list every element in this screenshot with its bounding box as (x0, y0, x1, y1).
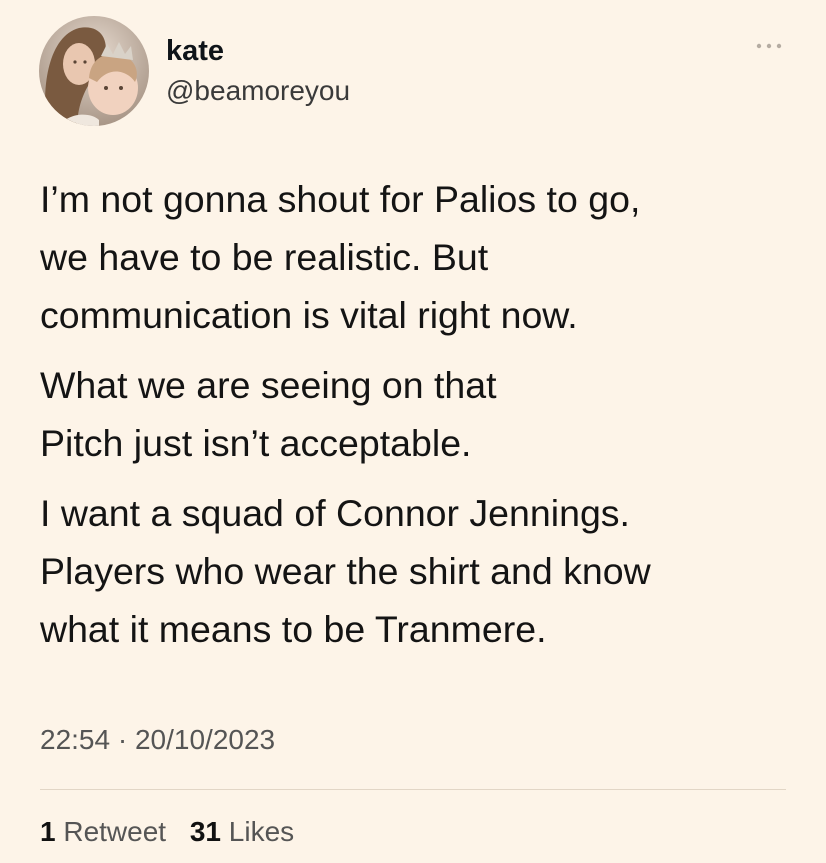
retweets-count: 1 (40, 816, 56, 847)
avatar-photo (39, 16, 149, 126)
likes-label: Likes (228, 816, 295, 847)
likes-count: 31 (189, 816, 222, 847)
tweet-text: I’m not gonna shout for Palios to go, we… (40, 170, 800, 670)
author-name[interactable]: kate (166, 31, 224, 71)
likes-stat[interactable]: 31 Likes (190, 816, 294, 847)
tweet-paragraph: What we are seeing on that Pitch just is… (40, 364, 497, 464)
tweet-date: 20/10/2023 (134, 724, 276, 755)
author-handle[interactable]: @beamoreyou (166, 71, 350, 111)
retweets-stat[interactable]: 1 Retweet (40, 816, 166, 847)
tweet-paragraph: I’m not gonna shout for Palios to go, we… (40, 178, 641, 336)
tweet-timestamp[interactable]: 22:54 · 20/10/2023 (40, 718, 275, 762)
engagement-stats: 1 Retweet 31 Likes (40, 810, 310, 854)
author-avatar[interactable] (39, 16, 149, 126)
more-horizontal-icon[interactable] (752, 36, 786, 56)
timestamp-separator: · (117, 724, 128, 755)
retweets-label: Retweet (63, 816, 167, 847)
tweet-time: 22:54 (40, 724, 111, 755)
divider (40, 789, 786, 790)
tweet-paragraph: I want a squad of Connor Jennings. Playe… (40, 492, 651, 650)
tweet-card: kate @beamoreyou I’m not gonna shout for… (0, 0, 826, 863)
